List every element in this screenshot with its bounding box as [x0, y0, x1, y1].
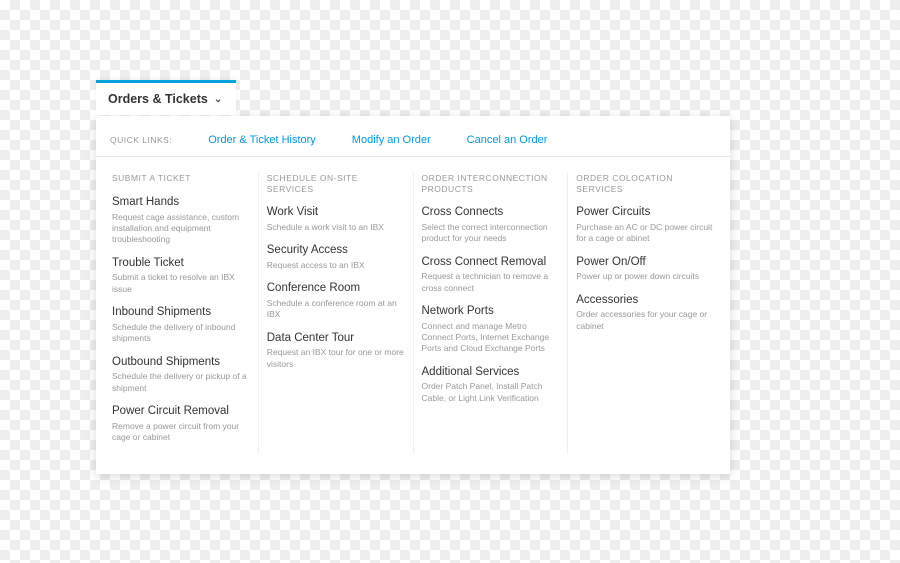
item-title: Inbound Shipments [112, 305, 250, 321]
item-desc: Order accessories for your cage or cabin… [576, 309, 714, 332]
menu-item-power-on-off[interactable]: Power On/Off Power up or power down circ… [576, 255, 714, 283]
item-desc: Schedule a conference room at an IBX [267, 298, 405, 321]
menu-item-network-ports[interactable]: Network Ports Connect and manage Metro C… [422, 304, 560, 355]
item-title: Network Ports [422, 304, 560, 320]
column-interconnection: ORDER INTERCONNECTION PRODUCTS Cross Con… [414, 173, 569, 454]
item-desc: Request a technician to remove a cross c… [422, 271, 560, 294]
item-desc: Request cage assistance, custom installa… [112, 212, 250, 246]
column-colocation: ORDER COLOCATION SERVICES Power Circuits… [568, 173, 722, 454]
item-title: Power On/Off [576, 255, 714, 271]
item-title: Power Circuit Removal [112, 404, 250, 420]
menu-item-power-circuit-removal[interactable]: Power Circuit Removal Remove a power cir… [112, 404, 250, 443]
quicklinks-row: QUICK LINKS: Order & Ticket History Modi… [96, 116, 730, 157]
item-desc: Purchase an AC or DC power circuit for a… [576, 222, 714, 245]
quicklinks-label: QUICK LINKS: [110, 135, 172, 145]
menu-item-security-access[interactable]: Security Access Request access to an IBX [267, 243, 405, 271]
item-desc: Submit a ticket to resolve an IBX issue [112, 272, 250, 295]
orders-tickets-dropdown: Orders & Tickets ⌄ QUICK LINKS: Order & … [96, 116, 730, 474]
columns-container: SUBMIT A TICKET Smart Hands Request cage… [96, 165, 730, 474]
menu-item-power-circuits[interactable]: Power Circuits Purchase an AC or DC powe… [576, 205, 714, 244]
menu-item-cross-connect-removal[interactable]: Cross Connect Removal Request a technici… [422, 255, 560, 294]
item-desc: Request an IBX tour for one or more visi… [267, 347, 405, 370]
menu-item-trouble-ticket[interactable]: Trouble Ticket Submit a ticket to resolv… [112, 256, 250, 295]
menu-item-smart-hands[interactable]: Smart Hands Request cage assistance, cus… [112, 195, 250, 246]
menu-item-conference-room[interactable]: Conference Room Schedule a conference ro… [267, 281, 405, 320]
column-onsite-services: SCHEDULE ON-SITE SERVICES Work Visit Sch… [259, 173, 414, 454]
item-title: Additional Services [422, 365, 560, 381]
item-title: Outbound Shipments [112, 355, 250, 371]
quicklink-modify[interactable]: Modify an Order [352, 134, 431, 146]
item-title: Work Visit [267, 205, 405, 221]
item-desc: Schedule a work visit to an IBX [267, 222, 405, 233]
item-title: Trouble Ticket [112, 256, 250, 272]
item-desc: Order Patch Panel, Install Patch Cable, … [422, 381, 560, 404]
menu-item-work-visit[interactable]: Work Visit Schedule a work visit to an I… [267, 205, 405, 233]
item-title: Cross Connects [422, 205, 560, 221]
item-title: Conference Room [267, 281, 405, 297]
column-header: ORDER INTERCONNECTION PRODUCTS [422, 173, 560, 195]
menu-item-cross-connects[interactable]: Cross Connects Select the correct interc… [422, 205, 560, 244]
item-desc: Remove a power circuit from your cage or… [112, 421, 250, 444]
quicklink-history[interactable]: Order & Ticket History [208, 134, 316, 146]
item-title: Data Center Tour [267, 331, 405, 347]
orders-tickets-tab[interactable]: Orders & Tickets ⌄ [96, 80, 236, 115]
item-title: Power Circuits [576, 205, 714, 221]
item-desc: Schedule the delivery or pickup of a shi… [112, 371, 250, 394]
column-header: ORDER COLOCATION SERVICES [576, 173, 714, 195]
menu-item-data-center-tour[interactable]: Data Center Tour Request an IBX tour for… [267, 331, 405, 370]
menu-item-accessories[interactable]: Accessories Order accessories for your c… [576, 293, 714, 332]
item-desc: Connect and manage Metro Connect Ports, … [422, 321, 560, 355]
column-submit-ticket: SUBMIT A TICKET Smart Hands Request cage… [104, 173, 259, 454]
menu-item-inbound-shipments[interactable]: Inbound Shipments Schedule the delivery … [112, 305, 250, 344]
item-title: Accessories [576, 293, 714, 309]
item-title: Cross Connect Removal [422, 255, 560, 271]
item-title: Smart Hands [112, 195, 250, 211]
tab-label: Orders & Tickets [108, 92, 208, 106]
item-desc: Power up or power down circuits [576, 271, 714, 282]
menu-item-outbound-shipments[interactable]: Outbound Shipments Schedule the delivery… [112, 355, 250, 394]
quicklink-cancel[interactable]: Cancel an Order [467, 134, 548, 146]
item-desc: Select the correct interconnection produ… [422, 222, 560, 245]
menu-item-additional-services[interactable]: Additional Services Order Patch Panel, I… [422, 365, 560, 404]
column-header: SUBMIT A TICKET [112, 173, 250, 185]
chevron-down-icon: ⌄ [214, 94, 222, 105]
item-desc: Request access to an IBX [267, 260, 405, 271]
item-desc: Schedule the delivery of inbound shipmen… [112, 322, 250, 345]
column-header: SCHEDULE ON-SITE SERVICES [267, 173, 405, 195]
item-title: Security Access [267, 243, 405, 259]
